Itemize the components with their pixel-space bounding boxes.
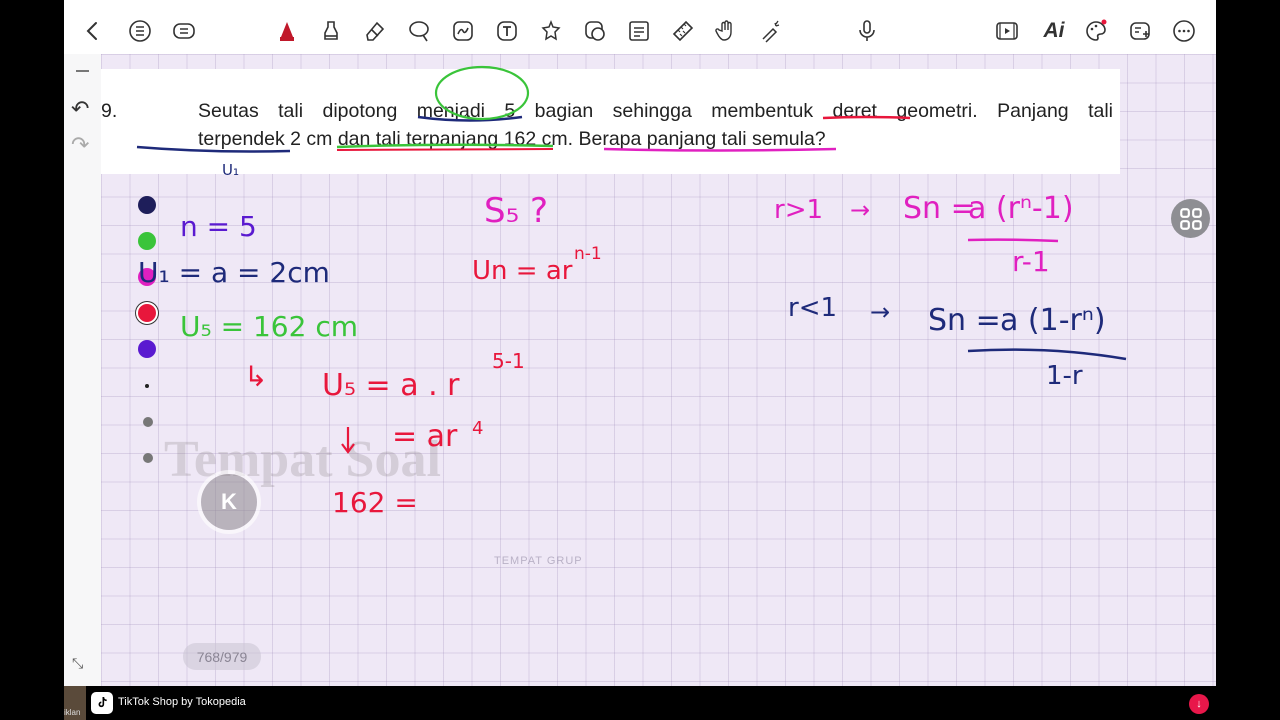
question-line-1: Seutas tali dipotong menjadi 5 bagian se… [198, 100, 1113, 122]
eraser-icon[interactable] [362, 18, 388, 44]
grid-view-button[interactable] [1171, 199, 1210, 238]
element-icon[interactable] [538, 18, 564, 44]
expand-icon[interactable]: ⤡ [72, 655, 83, 672]
ad-thumb-label: iklan [64, 708, 81, 717]
tiktok-icon [91, 692, 113, 714]
download-icon[interactable]: ↓ [1189, 694, 1209, 714]
highlighter-icon[interactable] [318, 18, 344, 44]
back-icon[interactable] [80, 18, 106, 44]
question-card: 9. Seutas tali dipotong menjadi 5 bagian… [101, 69, 1120, 174]
watermark-tempat-grup: TEMPAT GRUP [494, 555, 583, 567]
page-indicator[interactable]: 768/979 [183, 643, 261, 670]
add-page-icon[interactable] [1127, 18, 1153, 44]
top-toolbar: Ai [64, 0, 1216, 55]
sticker-icon[interactable] [582, 18, 608, 44]
ad-label[interactable]: TikTok Shop by Tokopedia [118, 696, 246, 708]
collapse-handle[interactable] [76, 70, 89, 72]
list-icon[interactable] [127, 18, 153, 44]
stroke-medium[interactable] [143, 417, 153, 427]
laser-icon[interactable] [758, 18, 784, 44]
shapes-icon[interactable] [450, 18, 476, 44]
stroke-thick[interactable] [143, 453, 153, 463]
undo-icon[interactable]: ↶ [71, 96, 89, 122]
stroke-thin[interactable] [145, 384, 149, 388]
question-number: 9. [101, 100, 118, 122]
left-sidebar: ↶ ↷ [64, 54, 101, 686]
color-red-swatch[interactable] [138, 304, 156, 322]
grid-icon [1179, 207, 1202, 230]
palette-icon[interactable] [1083, 18, 1109, 44]
pen-icon[interactable] [274, 18, 300, 44]
present-icon[interactable] [994, 18, 1020, 44]
redo-icon[interactable]: ↷ [71, 132, 89, 158]
k-floating-button[interactable]: K [201, 474, 257, 530]
color-purple-swatch[interactable] [138, 340, 156, 358]
microphone-icon[interactable] [854, 18, 880, 44]
reader-icon[interactable] [171, 18, 197, 44]
more-icon[interactable] [1171, 18, 1197, 44]
lasso-icon[interactable] [406, 18, 432, 44]
color-green-swatch[interactable] [138, 232, 156, 250]
textbox-icon[interactable] [626, 18, 652, 44]
watermark-tempat-soal: Tempat Soal [164, 431, 441, 488]
hand-icon[interactable] [714, 18, 740, 44]
color-magenta-swatch[interactable] [138, 268, 156, 286]
question-line-2: terpendek 2 cm dan tali terpanjang 162 c… [198, 128, 826, 150]
ruler-icon[interactable] [670, 18, 696, 44]
color-navy-swatch[interactable] [138, 196, 156, 214]
ai-icon[interactable]: Ai [1039, 18, 1069, 44]
notes-app: Ai ↶ ↷ 9. Seutas tali dipotong menjadi 5… [64, 0, 1216, 686]
text-icon[interactable] [494, 18, 520, 44]
